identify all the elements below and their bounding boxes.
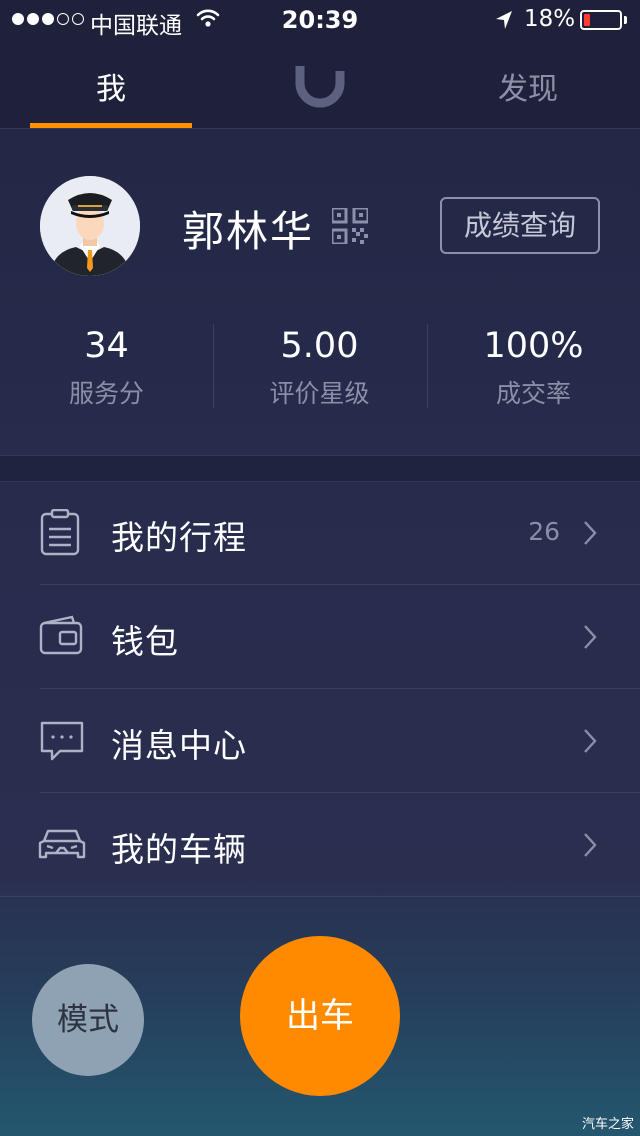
stat-label: 服务分 [68,379,144,408]
tab-me[interactable]: 我 [30,40,192,128]
menu-item-label: 我的车辆 [111,830,247,869]
stat-rating: 5.00 评价星级 [213,322,426,410]
menu-item-my-trips[interactable]: 我的行程 26 [0,481,640,585]
stat-value: 34 [84,326,129,366]
avatar[interactable] [40,176,140,276]
chevron-right-icon [582,623,598,655]
menu-item-label: 我的行程 [111,518,247,557]
trip-count-badge: 26 [528,517,560,546]
stat-completion-rate: 100% 成交率 [427,322,640,410]
qr-code-icon[interactable] [330,206,370,248]
stat-service-score: 34 服务分 [0,322,213,410]
menu-item-message-center[interactable]: 消息中心 [0,689,640,793]
chevron-right-icon [582,831,598,863]
menu-item-my-vehicle[interactable]: 我的车辆 [0,793,640,897]
chevron-right-icon [582,727,598,759]
message-icon [38,717,86,769]
tab-discover[interactable]: 发现 [448,64,608,108]
stat-label: 评价星级 [269,379,370,408]
stat-value: 5.00 [280,326,359,366]
didi-logo-icon[interactable] [292,61,348,113]
chevron-right-icon [582,519,598,551]
stat-value: 100% [483,326,584,366]
section-divider [0,455,640,482]
status-bar: 中国联通 20:39 18% [0,0,640,40]
wallet-icon [38,613,84,661]
battery-percent: 18% [524,6,576,32]
tab-me-label: 我 [96,72,126,107]
watermark: 汽车之家 [581,1117,634,1132]
car-icon [38,821,86,869]
stat-label: 成交率 [495,379,571,408]
top-navigation: 我 发现 [0,40,640,129]
row-divider [0,896,640,897]
driver-name: 郭林华 [182,207,315,256]
start-driving-button[interactable]: 出车 [240,936,400,1096]
menu-item-label: 消息中心 [111,726,247,765]
mode-button[interactable]: 模式 [32,964,144,1076]
location-arrow-icon [494,9,514,35]
score-query-button[interactable]: 成绩查询 [440,197,600,254]
menu-item-wallet[interactable]: 钱包 [0,585,640,689]
menu-item-label: 钱包 [111,622,179,661]
battery-icon [580,10,622,30]
active-tab-indicator [30,123,192,128]
clipboard-icon [38,508,84,561]
